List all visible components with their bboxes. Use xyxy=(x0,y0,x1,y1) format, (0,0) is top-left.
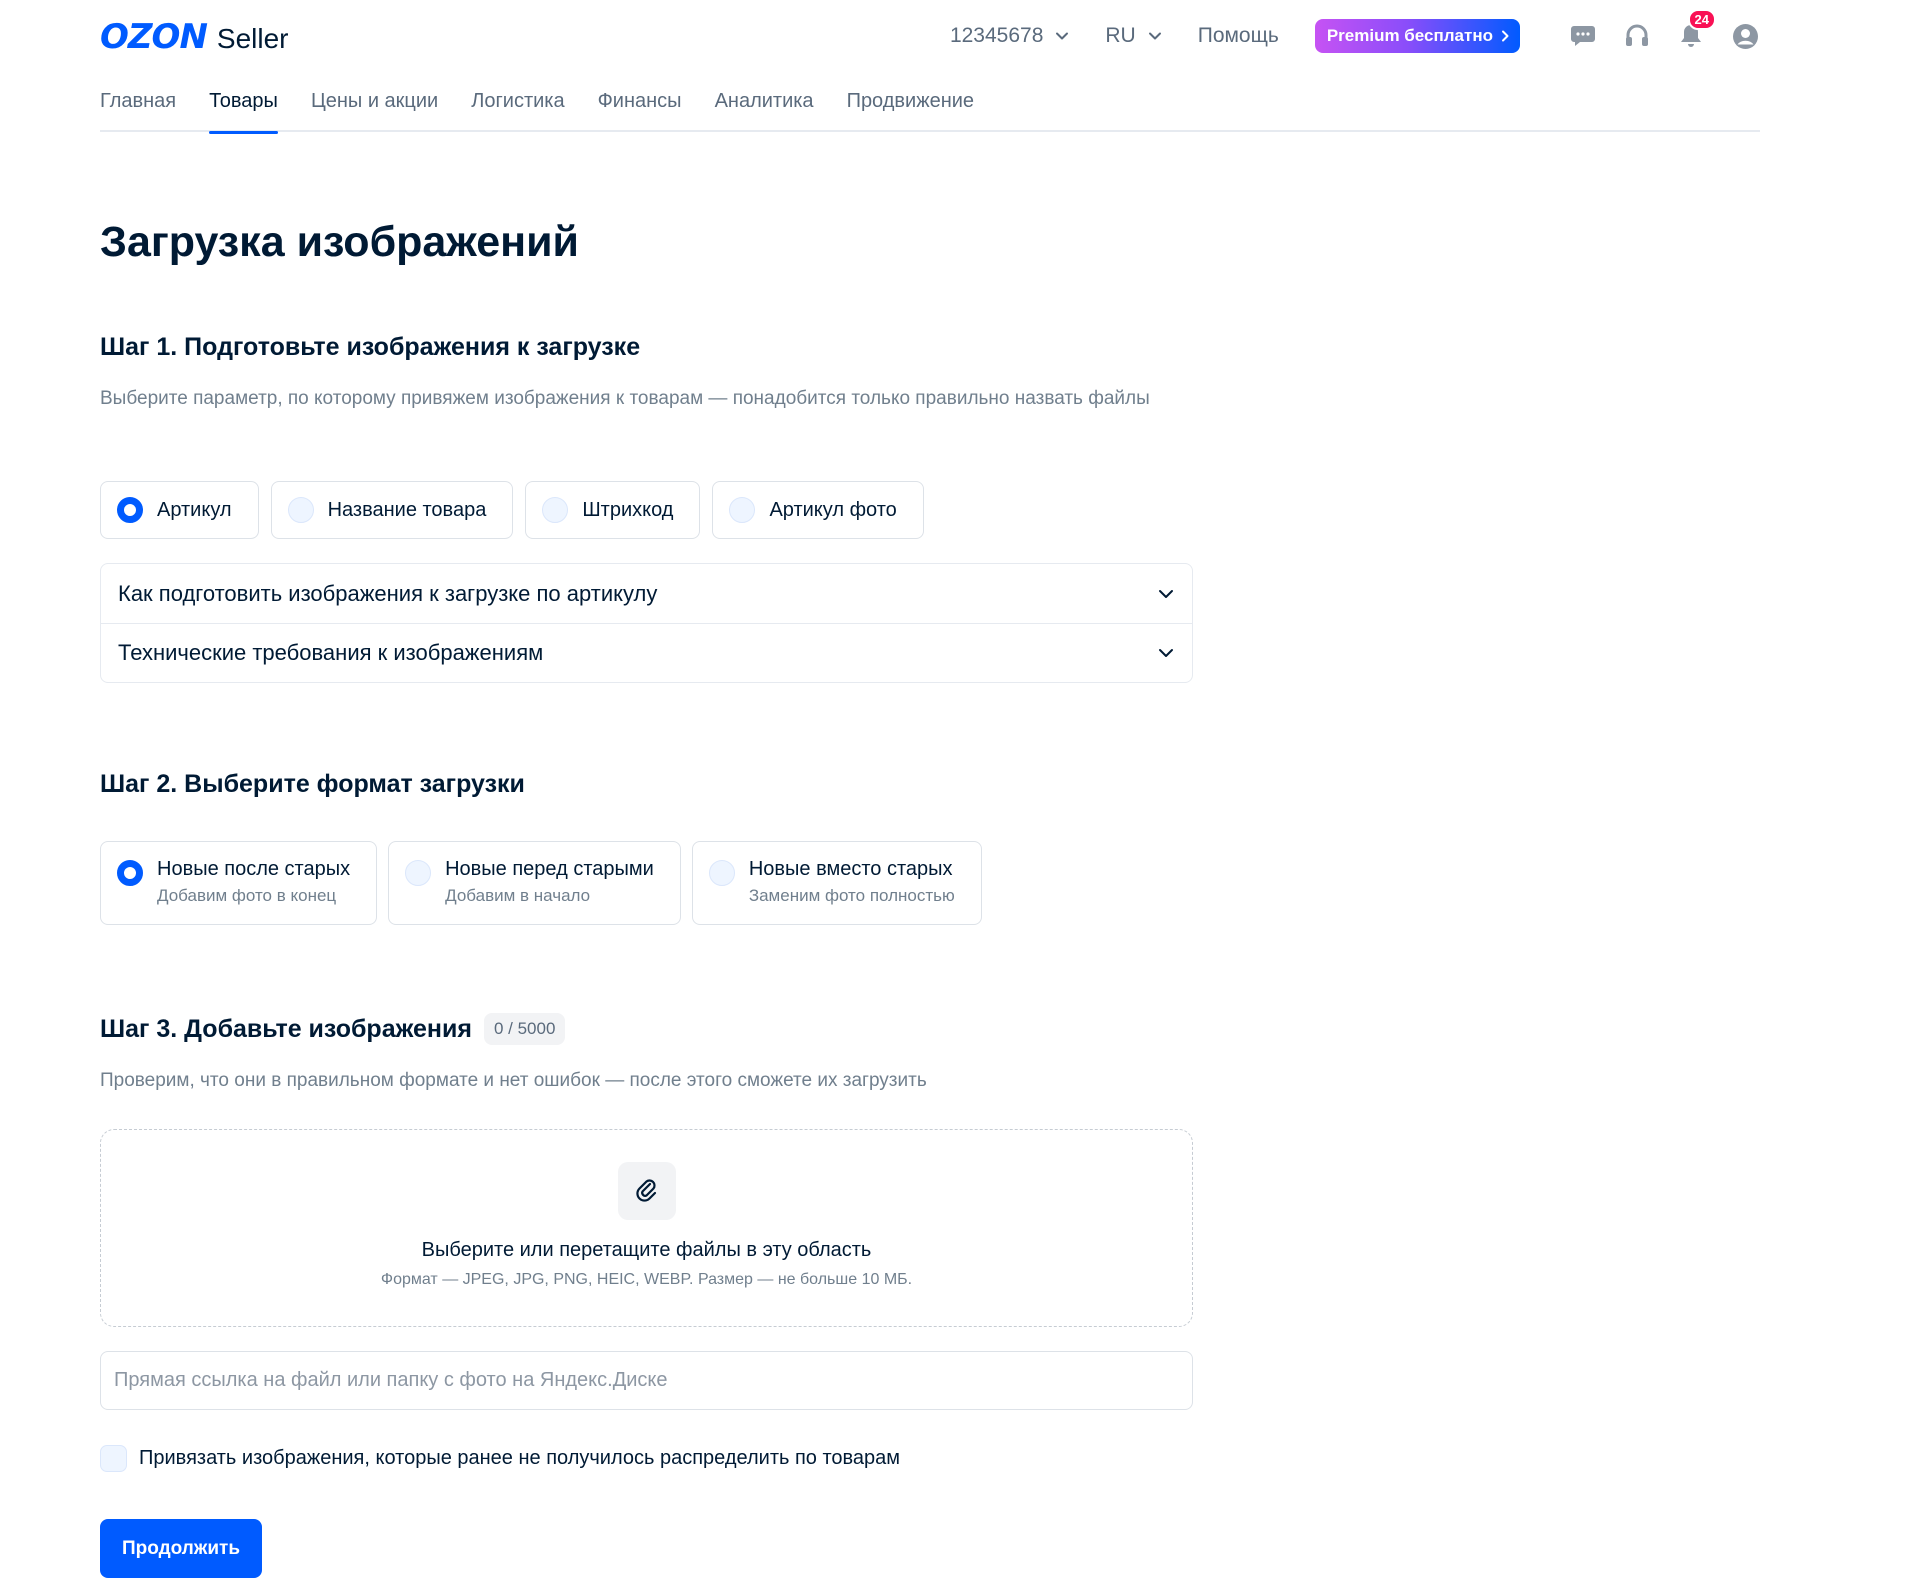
option-sublabel: Заменим фото полностью xyxy=(748,886,955,905)
step2-title: Шаг 2. Выберите формат загрузки xyxy=(100,770,525,798)
file-dropzone[interactable]: Выберите или перетащите файлы в эту обла… xyxy=(100,1129,1193,1327)
radio-checked xyxy=(117,860,143,886)
nav-item-products[interactable]: Товары xyxy=(209,80,278,134)
radio-label: Название товара xyxy=(327,498,487,521)
checkbox-label: Привязать изображения, которые ранее не … xyxy=(139,1447,901,1469)
instructions-accordion: Как подготовить изображения к загрузке п… xyxy=(100,563,1193,683)
help-link[interactable]: Помощь xyxy=(1198,24,1279,48)
images-counter-badge: 0 / 5000 xyxy=(483,1013,566,1045)
notifications-badge: 24 xyxy=(1687,9,1716,30)
chevron-down-icon xyxy=(1159,649,1173,657)
option-text: Новые вместо старых Заменим фото полност… xyxy=(749,858,955,906)
radio-unchecked xyxy=(287,497,314,523)
top-header: OZON Seller 12345678 RU Помощь Premium б… xyxy=(100,0,1760,72)
ozon-seller-logo[interactable]: OZON Seller xyxy=(100,17,289,57)
step1-title: Шаг 1. Подготовьте изображения к загрузк… xyxy=(100,333,641,361)
nav-item-prices[interactable]: Цены и акции xyxy=(311,80,438,132)
notifications-bell-icon[interactable]: 24 xyxy=(1676,9,1716,51)
radio-option-barcode[interactable]: Штрихкод xyxy=(525,481,701,539)
radio-unchecked xyxy=(729,497,756,523)
page-title: Загрузка изображений xyxy=(100,218,579,266)
radio-option-before-old[interactable]: Новые перед старыми Добавим в начало xyxy=(388,841,681,925)
premium-button[interactable]: Premium бесплатно xyxy=(1314,19,1520,53)
radio-option-product-name[interactable]: Название товара xyxy=(270,481,514,539)
logo-brand: OZON xyxy=(100,17,208,57)
option-text: Новые перед старыми Добавим в начало xyxy=(445,858,654,906)
radio-checked xyxy=(117,497,143,523)
chevron-down-icon xyxy=(1056,32,1069,40)
radio-option-after-old[interactable]: Новые после старых Добавим фото в конец xyxy=(100,841,378,925)
accordion-label: Как подготовить изображения к загрузке п… xyxy=(118,580,658,606)
radio-option-replace-old[interactable]: Новые вместо старых Заменим фото полност… xyxy=(691,841,982,925)
radio-unchecked xyxy=(405,860,432,886)
chevron-down-icon xyxy=(1159,589,1173,598)
language-selector[interactable]: RU xyxy=(1105,24,1161,48)
paperclip-icon xyxy=(618,1162,676,1220)
option-label: Новые вместо старых xyxy=(748,858,953,880)
continue-button[interactable]: Продолжить xyxy=(100,1519,263,1578)
main-nav: Главная Товары Цены и акции Логистика Фи… xyxy=(100,80,1760,134)
option-sublabel: Добавим фото в конец xyxy=(157,886,337,905)
radio-label: Артикул фото xyxy=(769,498,897,521)
nav-item-promotion[interactable]: Продвижение xyxy=(847,80,975,132)
radio-label: Артикул xyxy=(157,498,232,521)
upload-format-group: Новые после старых Добавим фото в конец … xyxy=(100,841,993,925)
nav-item-analytics[interactable]: Аналитика xyxy=(715,80,814,132)
language-label: RU xyxy=(1105,24,1136,47)
logo-suffix: Seller xyxy=(216,23,289,54)
option-label: Новые перед старыми xyxy=(445,858,654,880)
chevron-down-icon xyxy=(1148,32,1161,40)
step3-title-text: Шаг 3. Добавьте изображения xyxy=(100,1014,472,1043)
accordion-item-prepare[interactable]: Как подготовить изображения к загрузке п… xyxy=(101,564,1192,623)
radio-unchecked xyxy=(708,860,735,886)
radio-option-article[interactable]: Артикул xyxy=(100,481,259,539)
dropzone-title: Выберите или перетащите файлы в эту обла… xyxy=(421,1239,872,1261)
binding-param-group: Артикул Название товара Штрихкод Артикул… xyxy=(100,481,936,539)
dropzone-subtitle: Формат — JPEG, JPG, PNG, HEIC, WEBP. Раз… xyxy=(380,1271,913,1288)
account-id: 12345678 xyxy=(949,24,1044,47)
header-actions: 12345678 RU Помощь Premium бесплатно 24 xyxy=(950,0,1760,72)
step3-description: Проверим, что они в правильном формате и… xyxy=(100,1070,927,1091)
nav-item-finance[interactable]: Финансы xyxy=(598,80,682,132)
nav-item-home[interactable]: Главная xyxy=(100,80,176,132)
bind-unassigned-checkbox-row[interactable]: Привязать изображения, которые ранее не … xyxy=(100,1445,900,1472)
chevron-right-icon xyxy=(1502,30,1509,42)
option-text: Новые после старых Добавим фото в конец xyxy=(157,858,350,906)
nav-item-logistics[interactable]: Логистика xyxy=(471,80,564,132)
checkbox-unchecked[interactable] xyxy=(100,1445,127,1472)
radio-option-photo-article[interactable]: Артикул фото xyxy=(712,481,924,539)
radio-unchecked xyxy=(542,497,569,523)
accordion-label: Технические требования к изображениям xyxy=(118,640,544,665)
step3-title: Шаг 3. Добавьте изображения 0 / 5000 xyxy=(100,1013,566,1045)
support-headset-icon[interactable] xyxy=(1622,21,1652,51)
premium-label: Premium бесплатно xyxy=(1326,26,1493,45)
option-sublabel: Добавим в начало xyxy=(445,886,591,905)
yandex-disk-link-input[interactable] xyxy=(100,1351,1193,1410)
account-selector[interactable]: 12345678 xyxy=(950,24,1069,48)
option-label: Новые после старых xyxy=(157,858,351,880)
step1-description: Выберите параметр, по которому привяжем … xyxy=(100,388,1150,409)
radio-label: Штрихкод xyxy=(582,498,674,521)
user-avatar-icon[interactable] xyxy=(1730,21,1760,51)
chat-icon[interactable] xyxy=(1568,21,1598,51)
accordion-item-requirements[interactable]: Технические требования к изображениям xyxy=(101,623,1192,682)
